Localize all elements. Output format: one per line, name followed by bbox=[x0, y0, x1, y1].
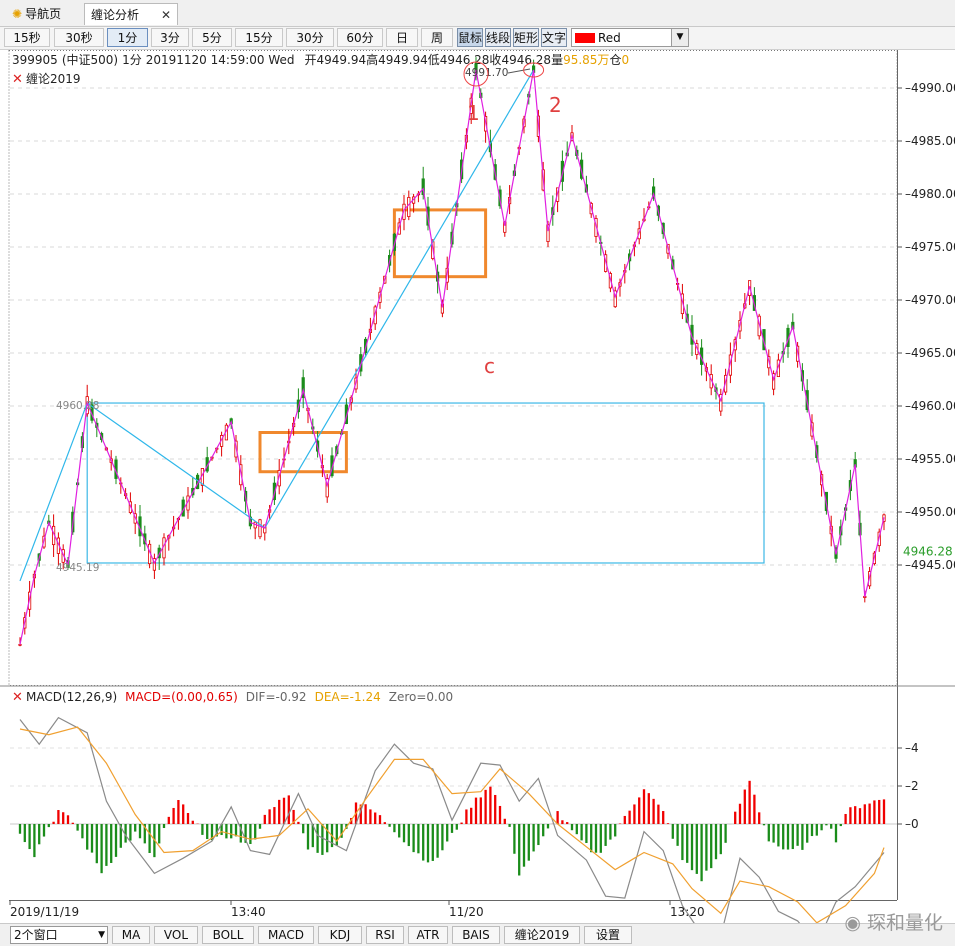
close-icon[interactable]: ✕ bbox=[161, 4, 171, 26]
period-button-active[interactable]: 1分 bbox=[107, 28, 148, 47]
color-select-label: Red bbox=[598, 31, 621, 45]
tool-segment-button[interactable]: 线段 bbox=[485, 28, 511, 47]
indicator-macd-button[interactable]: MACD bbox=[258, 926, 314, 944]
chevron-down-icon: ▼ bbox=[98, 930, 105, 940]
tool-rectangle-button[interactable]: 矩形 bbox=[513, 28, 539, 47]
indicator-vol-button[interactable]: VOL bbox=[154, 926, 198, 944]
candle-body bbox=[18, 643, 22, 646]
close-icon[interactable]: ✕ bbox=[12, 72, 23, 87]
annotation-2: 2 bbox=[549, 93, 562, 117]
tab-chan-analysis[interactable]: 缠论分析 ✕ bbox=[84, 3, 178, 25]
annotation-c: c bbox=[484, 354, 495, 378]
price-panel-frame bbox=[8, 50, 898, 686]
macd-header: MACD(12,26,9) MACD=(0.00,0.65) DIF=-0.92 DE… bbox=[26, 690, 453, 704]
y-tick-label: –4980.00 bbox=[905, 187, 955, 201]
macd-y-tick-label: –4 bbox=[905, 741, 919, 755]
period-button[interactable]: 60分 bbox=[337, 28, 383, 47]
watermark: ◉ 琛和量化 bbox=[844, 908, 943, 935]
price-label-pivot-high: 4960.28 bbox=[56, 400, 99, 412]
y-tick-label: –4970.00 bbox=[905, 293, 955, 307]
watermark-text: 琛和量化 bbox=[866, 912, 943, 934]
period-button[interactable]: 日 bbox=[386, 28, 418, 47]
tab-chan-analysis-label: 缠论分析 bbox=[91, 8, 140, 22]
y-tick-label: –4955.00 bbox=[905, 452, 955, 466]
indicator-bais-button[interactable]: BAIS bbox=[452, 926, 500, 944]
x-tick-label: 11/20 bbox=[449, 905, 484, 919]
window-count-label: 2个窗口 bbox=[14, 928, 58, 942]
y-tick-label: –4950.00 bbox=[905, 505, 955, 519]
indicator-label: 缠论2019 bbox=[26, 71, 81, 86]
close-icon[interactable]: ✕ bbox=[12, 690, 23, 705]
x-tick-label: 2019/11/19 bbox=[10, 905, 79, 919]
chart-area[interactable]: 399905 (中证500) 1分 20191120 14:59:00 Wed 开494… bbox=[0, 50, 955, 923]
tab-bar: ✺ 导航页 缠论分析 ✕ bbox=[0, 0, 955, 27]
last-price-label: 4946.28 bbox=[903, 544, 953, 558]
weibo-icon: ◉ bbox=[844, 912, 861, 934]
annotation-1: 1 bbox=[467, 101, 480, 125]
segment-line bbox=[19, 69, 535, 582]
y-tick-label: –4960.00 bbox=[905, 399, 955, 413]
window-count-select[interactable]: 2个窗口 ▼ bbox=[10, 926, 108, 944]
period-button[interactable]: 30分 bbox=[286, 28, 334, 47]
sun-icon: ✺ bbox=[12, 7, 23, 21]
indicator-atr-button[interactable]: ATR bbox=[408, 926, 448, 944]
indicator-chan2019-button[interactable]: 缠论2019 bbox=[504, 926, 580, 944]
settings-button[interactable]: 设置 bbox=[584, 926, 632, 944]
tab-home[interactable]: ✺ 导航页 bbox=[6, 3, 78, 25]
bottom-toolbar: 2个窗口 ▼ MA VOL BOLL MACD KDJ RSI ATR BAIS … bbox=[0, 923, 955, 946]
indicator-kdj-button[interactable]: KDJ bbox=[318, 926, 362, 944]
color-swatch bbox=[575, 33, 595, 43]
indicator-ma-button[interactable]: MA bbox=[112, 926, 150, 944]
period-button[interactable]: 15秒 bbox=[4, 28, 50, 47]
y-tick-label: –4985.00 bbox=[905, 134, 955, 148]
y-tick-label: –4945.00 bbox=[905, 558, 955, 572]
highlight-box bbox=[392, 208, 488, 279]
price-label-pivot-low: 4945.19 bbox=[56, 562, 99, 574]
period-button[interactable]: 周 bbox=[421, 28, 453, 47]
color-select[interactable]: Red ▼ bbox=[571, 28, 689, 47]
tool-text-button[interactable]: 文字 bbox=[541, 28, 567, 47]
pivot-zone-box bbox=[86, 402, 765, 564]
y-tick-label: –4975.00 bbox=[905, 240, 955, 254]
candle-body bbox=[258, 519, 262, 538]
tab-home-label: 导航页 bbox=[25, 7, 62, 21]
period-button[interactable]: 30秒 bbox=[54, 28, 104, 47]
macd-y-tick-label: –0 bbox=[905, 817, 919, 831]
quote-info: 399905 (中证500) 1分 20191120 14:59:00 Wed 开494… bbox=[12, 52, 629, 67]
period-toolbar: 15秒 30秒 1分 3分 5分 15分 30分 60分 日 周 鼠标 线段 矩… bbox=[0, 27, 955, 50]
tool-mouse-button[interactable]: 鼠标 bbox=[457, 28, 483, 47]
x-tick-label: 13:20 bbox=[670, 905, 705, 919]
period-button[interactable]: 3分 bbox=[151, 28, 189, 47]
price-label-leader bbox=[507, 68, 531, 74]
period-button[interactable]: 5分 bbox=[192, 28, 232, 47]
chevron-down-icon[interactable]: ▼ bbox=[671, 29, 688, 46]
period-button[interactable]: 15分 bbox=[235, 28, 283, 47]
macd-y-tick-label: –2 bbox=[905, 779, 919, 793]
indicator-rsi-button[interactable]: RSI bbox=[366, 926, 404, 944]
y-tick-label: –4965.00 bbox=[905, 346, 955, 360]
candle-body bbox=[407, 197, 411, 217]
y-tick-label: –4990.00 bbox=[905, 81, 955, 95]
indicator-boll-button[interactable]: BOLL bbox=[202, 926, 254, 944]
x-tick-label: 13:40 bbox=[231, 905, 266, 919]
